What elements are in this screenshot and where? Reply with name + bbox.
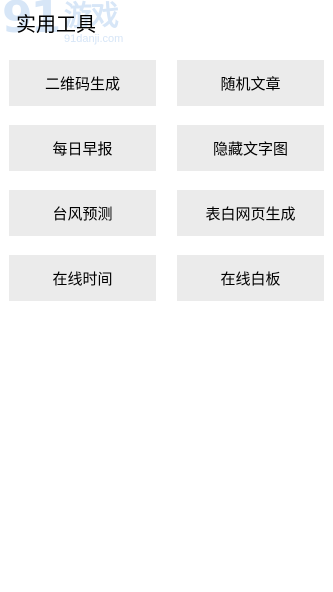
tool-qrcode-button[interactable]: 二维码生成: [9, 60, 156, 106]
tool-random-article-button[interactable]: 随机文章: [177, 60, 324, 106]
tool-daily-news-button[interactable]: 每日早报: [9, 125, 156, 171]
tool-confession-page-button[interactable]: 表白网页生成: [177, 190, 324, 236]
tool-online-time-button[interactable]: 在线时间: [9, 255, 156, 301]
tools-grid: 二维码生成 随机文章 每日早报 隐藏文字图 台风预测 表白网页生成 在线时间 在…: [9, 60, 324, 301]
tool-online-whiteboard-button[interactable]: 在线白板: [177, 255, 324, 301]
tool-typhoon-forecast-button[interactable]: 台风预测: [9, 190, 156, 236]
tool-hidden-text-image-button[interactable]: 隐藏文字图: [177, 125, 324, 171]
page-title: 实用工具: [16, 12, 96, 36]
